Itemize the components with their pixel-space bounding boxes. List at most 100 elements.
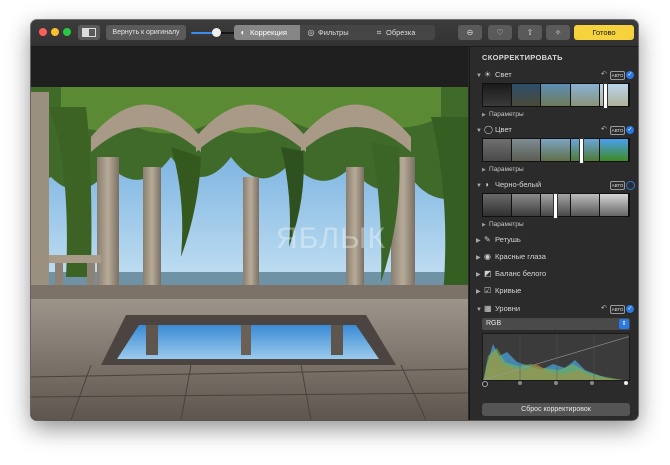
thumbnail [570,84,600,106]
undo-icon[interactable]: ↶ [601,124,607,136]
thumbnail [570,194,600,216]
share-icon: ⇧ [526,28,534,37]
thumbnail [512,139,542,161]
sun-icon: ☀ [484,70,492,79]
reset-adjustments-button[interactable]: Сброс корректировок [482,403,630,416]
toolbar: Вернуть к оригиналу ◐ Коррекция ◎ Фильтры … [31,20,638,47]
midtones-handle[interactable] [554,381,558,385]
bw-options[interactable]: ▶ Параметры [482,220,524,229]
color-options[interactable]: ▶ Параметры [482,165,524,174]
minus-circle-icon: ⊖ [466,28,474,37]
slider-handle[interactable] [603,83,608,109]
bw-thumbnail-strip[interactable] [482,193,630,219]
magic-wand-icon: ✧ [554,28,562,37]
panel-header: СКОРРЕКТИРОВАТЬ [482,53,563,62]
disclosure-closed-icon: ▶ [482,222,486,228]
split-view-icon [82,28,96,37]
white-balance-icon: ◩ [484,269,492,278]
section-white-balance[interactable]: ▶ ◩ Баланс белого [476,268,636,280]
disclosure-open-icon: ▼ [476,307,482,313]
color-circle-icon: ◯ [484,125,493,134]
revert-to-original-button[interactable]: Вернуть к оригиналу [106,25,186,40]
done-button[interactable]: Готово [574,25,634,40]
photo-image [31,47,468,420]
disclosure-open-icon: ▼ [476,73,482,79]
thumbnail [483,84,513,106]
heart-icon: ♡ [496,28,504,37]
auto-button[interactable]: АВТО [610,71,625,80]
thumbnail [512,84,542,106]
light-options[interactable]: ▶ Параметры [482,110,524,119]
thumbnail [599,194,630,216]
minimize-window-button[interactable] [51,28,59,36]
zoom-window-button[interactable] [63,28,71,36]
thumbnail [512,194,542,216]
histogram-graph [483,334,629,380]
watermark-text: ЯБЛЫК [276,222,387,255]
white-point-handle[interactable] [624,381,628,385]
zoom-slider-knob[interactable] [212,28,221,37]
stepper-icon: ⇕ [619,319,629,329]
disclosure-closed-icon: ▶ [482,112,486,118]
tab-crop[interactable]: ⌗ Обрезка [370,25,435,40]
auto-button[interactable]: АВТО [610,305,625,314]
section-light[interactable]: ▼ ☀ Свет ↶ АВТО ✓ [476,69,636,81]
checkmark-icon[interactable]: ✓ [626,305,634,313]
thumbnail [570,139,600,161]
bandage-icon: ✎ [484,235,491,244]
share-button[interactable]: ⇧ [518,25,542,40]
eye-icon: ◉ [484,252,491,261]
disclosure-open-icon: ▼ [476,183,482,189]
auto-button[interactable]: АВТО [610,126,625,135]
disclosure-open-icon: ▼ [476,128,482,134]
levels-channel-select[interactable]: RGB ⇕ [482,318,630,330]
slider-handle[interactable] [579,138,584,164]
photo-canvas[interactable]: ЯБЛЫК [31,47,468,420]
mode-tabs: ◐ Коррекция ◎ Фильтры ⌗ Обрезка [234,25,435,40]
color-thumbnail-strip[interactable] [482,138,630,164]
tab-adjust[interactable]: ◐ Коррекция [234,25,300,40]
shadows-handle[interactable] [518,381,522,385]
section-color[interactable]: ▼ ◯ Цвет ↶ АВТО ✓ [476,124,636,136]
undo-icon[interactable]: ↶ [601,303,607,315]
crop-icon: ⌗ [376,28,382,37]
filters-icon: ◎ [307,28,315,37]
levels-histogram[interactable] [482,333,630,381]
close-window-button[interactable] [39,28,47,36]
tab-filters[interactable]: ◎ Фильтры [302,25,368,40]
info-button[interactable]: ⊖ [458,25,482,40]
thumbnail [599,139,630,161]
checkmark-icon[interactable]: ✓ [626,126,634,134]
checkmark-off-icon[interactable] [626,181,635,190]
half-circle-icon: ◑ [484,180,489,189]
thumbnail [541,84,571,106]
disclosure-closed-icon: ▶ [476,289,481,295]
checkmark-icon[interactable]: ✓ [626,71,634,79]
curves-icon: ☑ [484,286,492,295]
adjustments-panel: СКОРРЕКТИРОВАТЬ ▼ ☀ Свет ↶ АВТО ✓ ▶ Парамет… [469,47,638,420]
favorite-button[interactable]: ♡ [488,25,512,40]
thumbnail [541,139,571,161]
disclosure-closed-icon: ▶ [476,238,481,244]
undo-icon[interactable]: ↶ [601,69,607,81]
black-point-handle[interactable] [482,381,488,387]
section-curves[interactable]: ▶ ☑ Кривые [476,285,636,297]
section-black-white[interactable]: ▼ ◑ Черно-белый АВТО [476,179,636,191]
compare-toggle-button[interactable] [78,25,100,40]
photos-edit-window: Вернуть к оригиналу ◐ Коррекция ◎ Фильтры … [31,20,638,420]
adjust-icon: ◐ [240,28,246,37]
levels-icon: ▦ [484,304,492,313]
section-levels[interactable]: ▼ ▦ Уровни ↶ АВТО ✓ [476,303,636,315]
section-red-eye[interactable]: ▶ ◉ Красные глаза [476,251,636,263]
light-thumbnail-strip[interactable] [482,83,630,109]
highlights-handle[interactable] [590,381,594,385]
thumbnail [483,194,513,216]
disclosure-closed-icon: ▶ [482,167,486,173]
section-retouch[interactable]: ▶ ✎ Ретушь [476,234,636,246]
magic-wand-button[interactable]: ✧ [546,25,570,40]
disclosure-closed-icon: ▶ [476,255,481,261]
slider-handle[interactable] [553,193,558,219]
levels-handles[interactable] [482,381,630,387]
auto-button[interactable]: АВТО [610,181,625,190]
thumbnail [483,139,513,161]
